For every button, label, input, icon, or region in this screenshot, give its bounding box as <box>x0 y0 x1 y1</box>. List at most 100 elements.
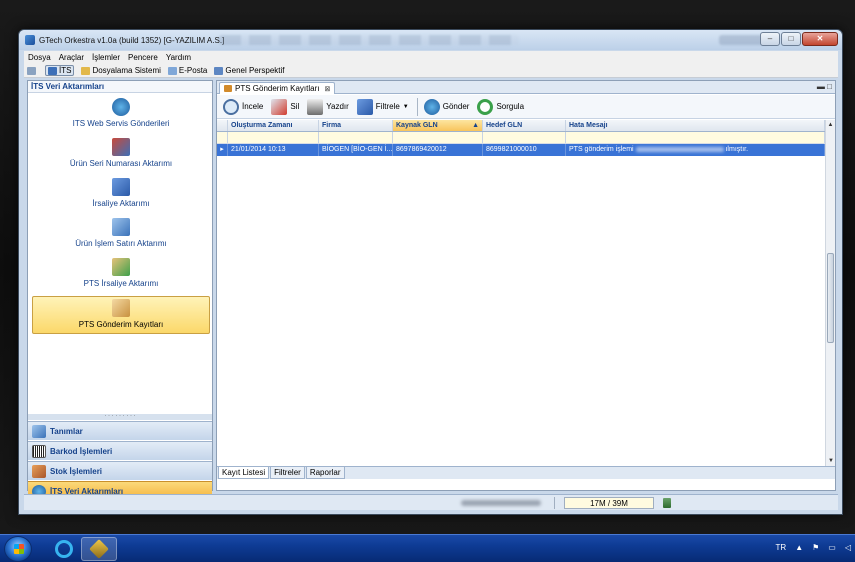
table-row[interactable]: ▸ 21/01/2014 10:13 BİOGEN [BİO-GEN İ... … <box>217 144 825 156</box>
filtrele-button[interactable]: Filtrele ▼ <box>356 98 409 115</box>
filter-cell-firma[interactable] <box>319 132 393 143</box>
filter-cell-olusturma[interactable] <box>228 132 319 143</box>
gtech-app-icon <box>89 539 109 559</box>
window-controls: – □ ✕ <box>760 32 838 46</box>
grid-header: Oluşturma Zamanı Firma Kaynak GLN ▲ Hede… <box>217 120 825 132</box>
nav-irsaliye-aktarimi[interactable]: İrsaliye Aktarımı <box>32 176 210 214</box>
tab-filtreler[interactable]: Filtreler <box>270 467 305 479</box>
nav-its-web-servis[interactable]: ITS Web Servis Gönderileri <box>32 96 210 134</box>
title-bar[interactable]: GTech Orkestra v1.0a (build 1352) [G-YAZ… <box>19 30 842 50</box>
toolbar-separator <box>416 97 418 116</box>
barcode-icon <box>32 444 46 458</box>
menu-islemler[interactable]: İşlemler <box>92 53 120 62</box>
menu-yardim[interactable]: Yardım <box>166 53 191 62</box>
cell-kaynak-gln[interactable]: 8697869420012 <box>393 144 483 156</box>
cell-olusturma[interactable]: 21/01/2014 10:13 <box>228 144 319 156</box>
hata-mesaji-prefix: PTS gönderim işlemi <box>569 146 634 153</box>
column-header-hata-mesaji[interactable]: Hata Mesajı <box>566 120 825 131</box>
column-header-firma[interactable]: Firma <box>319 120 393 131</box>
vertical-scrollbar[interactable]: ▲ ▼ <box>825 120 835 466</box>
tab-pts-gonderim-kayitlari[interactable]: PTS Gönderim Kayıtları ⊠ <box>219 82 336 94</box>
action-center-flag-icon[interactable]: ⚑ <box>812 543 819 552</box>
waybill-icon <box>112 178 130 196</box>
nav-group-tanimlar[interactable]: Tanımlar <box>28 421 212 440</box>
toolbar: İncele Sil Yazdır Filtrele ▼ Gönder Sorg… <box>217 95 835 119</box>
panel-maximize-icon[interactable]: □ <box>827 82 832 91</box>
perspective-eposta[interactable]: E-Posta <box>167 66 207 75</box>
column-header-olusturma[interactable]: Oluşturma Zamanı <box>228 120 319 131</box>
printer-icon <box>307 98 324 115</box>
scroll-down-icon[interactable]: ▼ <box>826 456 836 466</box>
column-header-hedef-gln[interactable]: Hedef GLN <box>483 120 566 131</box>
cell-hata-mesaji[interactable]: PTS gönderim işlemi ılmıştır. <box>566 144 825 156</box>
left-navigation-panel: İTS Veri Aktarımları ITS Web Servis Gönd… <box>27 80 213 500</box>
sil-label: Sil <box>290 102 300 111</box>
tab-raporlar[interactable]: Raporlar <box>305 467 345 479</box>
menu-dosya[interactable]: Dosya <box>28 53 51 62</box>
volume-icon[interactable]: ◁ <box>845 543 851 552</box>
menu-pencere[interactable]: Pencere <box>128 53 158 62</box>
nav-urun-seri-numarasi[interactable]: Ürün Seri Numarası Aktarımı <box>32 136 210 174</box>
cell-firma[interactable]: BİOGEN [BİO-GEN İ... <box>319 144 393 156</box>
refresh-icon <box>477 98 494 115</box>
memory-usage: 17M / 39M <box>564 497 654 509</box>
filter-icon <box>356 98 373 115</box>
blurred-title-region <box>219 35 519 45</box>
yazdir-button[interactable]: Yazdır <box>307 98 349 115</box>
bottom-tab-strip: Kayıt Listesi Filtreler Raporlar <box>217 466 835 479</box>
show-hidden-icons-icon[interactable]: ▲ <box>795 543 803 552</box>
perspective-genel[interactable]: Genel Perspektif <box>214 66 285 75</box>
tab-close-icon[interactable]: ⊠ <box>324 85 330 93</box>
sort-ascending-icon: ▲ <box>472 122 479 129</box>
perspective-genel-label: Genel Perspektif <box>225 66 285 75</box>
sorgula-button[interactable]: Sorgula <box>477 98 524 115</box>
column-header-kaynak-gln[interactable]: Kaynak GLN ▲ <box>393 120 483 131</box>
language-indicator[interactable]: TR <box>776 543 787 552</box>
chevron-down-icon[interactable]: ▼ <box>403 104 409 110</box>
definitions-icon <box>32 424 46 438</box>
perspective-its[interactable]: İTS <box>45 65 75 76</box>
panel-splitter[interactable]: · · · · · · · · · <box>28 413 212 420</box>
sil-button[interactable]: Sil <box>271 98 300 115</box>
maximize-button[interactable]: □ <box>781 32 801 46</box>
scrollbar-thumb[interactable] <box>827 253 834 343</box>
open-perspective-button[interactable] <box>27 66 38 75</box>
network-icon[interactable]: ▭ <box>828 543 836 552</box>
close-button[interactable]: ✕ <box>802 32 838 46</box>
nav-pts-irsaliye[interactable]: PTS İrsaliye Aktarımı <box>32 256 210 294</box>
tab-kayit-listesi[interactable]: Kayıt Listesi <box>218 467 270 479</box>
blurred-status-text <box>461 500 541 506</box>
perspective-dosyalama[interactable]: Dosyalama Sistemi <box>81 66 161 75</box>
incele-button[interactable]: İncele <box>223 98 264 115</box>
yazdir-label: Yazdır <box>326 102 349 111</box>
internet-explorer-taskbar-button[interactable] <box>46 537 82 561</box>
gonder-button[interactable]: Gönder <box>423 98 469 115</box>
minimize-button[interactable]: – <box>760 32 780 46</box>
nav-item-label: Ürün İşlem Satırı Aktarımı <box>75 239 167 248</box>
tab-label: PTS Gönderim Kayıtları <box>235 84 320 93</box>
magnifier-icon <box>223 98 239 115</box>
menu-araclar[interactable]: Araçlar <box>59 53 84 62</box>
cell-hedef-gln[interactable]: 8699821000010 <box>483 144 566 156</box>
nav-item-label: İrsaliye Aktarımı <box>92 199 150 208</box>
garbage-collect-icon[interactable] <box>663 498 671 508</box>
nav-urun-islem-satiri[interactable]: Ürün İşlem Satırı Aktarımı <box>32 216 210 254</box>
nav-pts-gonderim-kayitlari[interactable]: PTS Gönderim Kayıtları <box>32 296 210 334</box>
system-tray: TR ▲ ⚑ ▭ ◁ <box>767 543 851 552</box>
filter-cell-kaynak-gln[interactable] <box>393 132 483 143</box>
taskbar: TR ▲ ⚑ ▭ ◁ <box>0 534 855 562</box>
nav-item-label: ITS Web Servis Gönderileri <box>72 119 170 128</box>
gtech-orkestra-taskbar-button[interactable] <box>81 537 117 561</box>
globe-icon <box>112 98 130 116</box>
incele-label: İncele <box>242 102 264 111</box>
app-icon <box>25 35 35 45</box>
internet-explorer-icon <box>55 540 73 558</box>
scroll-up-icon[interactable]: ▲ <box>826 120 835 130</box>
start-button[interactable] <box>4 536 32 562</box>
open-perspective-icon <box>27 66 36 75</box>
nav-group-barkod[interactable]: Barkod İşlemleri <box>28 441 212 460</box>
panel-minimize-icon[interactable]: ▬ <box>817 82 825 91</box>
filter-cell-hedef-gln[interactable] <box>483 132 566 143</box>
nav-group-stok[interactable]: Stok İşlemleri <box>28 461 212 480</box>
filter-cell-hata-mesaji[interactable] <box>566 132 825 143</box>
